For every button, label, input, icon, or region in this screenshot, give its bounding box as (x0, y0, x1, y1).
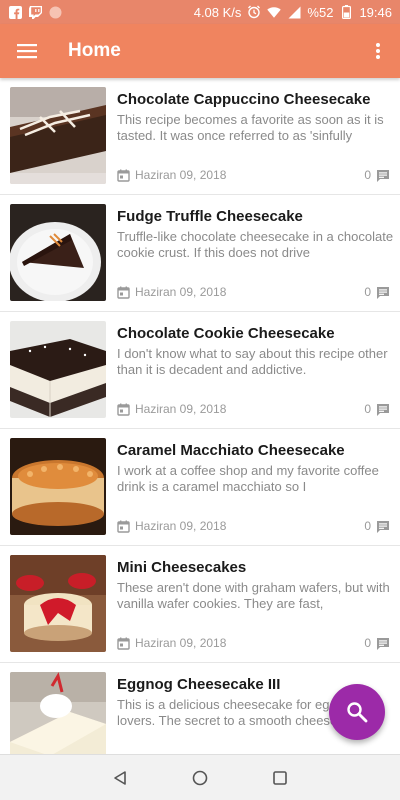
alarm-icon (247, 5, 261, 19)
back-triangle-icon (114, 770, 126, 785)
post-thumbnail (10, 555, 106, 652)
comment-icon (377, 637, 389, 650)
post-description: These aren't done with graham wafers, bu… (117, 580, 390, 611)
calendar-icon (117, 286, 130, 299)
comment-count[interactable]: 0 (364, 636, 390, 650)
twitch-icon (28, 5, 42, 19)
recents-button[interactable] (265, 763, 295, 793)
post-thumbnail (10, 87, 106, 184)
post-description: I don't know what to say about this reci… (117, 346, 388, 377)
post-date: Haziran 09, 2018 (135, 636, 227, 650)
post-title[interactable]: Mini Cheesecakes (117, 559, 400, 576)
calendar-icon (117, 520, 130, 533)
post-date: Haziran 09, 2018 (135, 519, 227, 533)
battery-icon (339, 5, 353, 19)
post-description: Truffle-like chocolate cheesecake in a c… (117, 229, 394, 260)
list-item[interactable]: Chocolate Cappuccino Cheesecake This rec… (0, 78, 400, 195)
search-icon (347, 702, 368, 723)
post-title[interactable]: Chocolate Cappuccino Cheesecake (117, 91, 400, 108)
list-item[interactable]: Mini Cheesecakes These aren't done with … (0, 546, 400, 663)
menu-button[interactable] (0, 24, 54, 78)
calendar-icon (117, 637, 130, 650)
home-circle-icon (192, 770, 208, 785)
comment-count-value: 0 (364, 519, 371, 533)
calendar-icon (117, 169, 130, 182)
comment-icon (377, 520, 389, 533)
comment-icon (377, 169, 389, 182)
signal-icon (287, 5, 301, 19)
post-thumbnail (10, 672, 106, 754)
post-date: Haziran 09, 2018 (135, 285, 227, 299)
post-title[interactable]: Caramel Macchiato Cheesecake (117, 442, 400, 459)
comment-count-value: 0 (364, 402, 371, 416)
comment-count-value: 0 (364, 168, 371, 182)
comment-count[interactable]: 0 (364, 285, 390, 299)
comment-icon (377, 403, 389, 416)
search-fab[interactable] (329, 684, 385, 740)
battery-percent: %52 (307, 4, 334, 20)
comment-icon (377, 286, 389, 299)
post-meta: Haziran 09, 2018 0 (117, 635, 400, 651)
page-title: Home (68, 40, 121, 61)
post-description: I work at a coffee shop and my favorite … (117, 463, 379, 494)
hamburger-icon (17, 44, 37, 59)
clock: 19:46 (359, 4, 392, 20)
comment-count[interactable]: 0 (364, 519, 390, 533)
overflow-menu-button[interactable] (356, 24, 400, 78)
post-thumbnail (10, 204, 106, 301)
post-meta: Haziran 09, 2018 0 (117, 167, 400, 183)
notification-dot-icon (48, 5, 62, 19)
wifi-icon (267, 5, 282, 19)
home-button[interactable] (185, 763, 215, 793)
comment-count-value: 0 (364, 636, 371, 650)
comment-count[interactable]: 0 (364, 402, 390, 416)
post-date: Haziran 09, 2018 (135, 168, 227, 182)
post-thumbnail (10, 321, 106, 418)
post-title[interactable]: Fudge Truffle Cheesecake (117, 208, 400, 225)
comment-count-value: 0 (364, 285, 371, 299)
post-meta: Haziran 09, 2018 0 (117, 518, 400, 534)
post-title[interactable]: Chocolate Cookie Cheesecake (117, 325, 400, 342)
post-description: This recipe becomes a favorite as soon a… (117, 112, 384, 143)
back-button[interactable] (105, 763, 135, 793)
post-list[interactable]: Chocolate Cappuccino Cheesecake This rec… (0, 78, 400, 754)
comment-count[interactable]: 0 (364, 168, 390, 182)
network-speed: 4.08 K/s (193, 4, 242, 20)
post-thumbnail (10, 438, 106, 535)
post-date: Haziran 09, 2018 (135, 402, 227, 416)
post-meta: Haziran 09, 2018 0 (117, 284, 400, 300)
post-meta: Haziran 09, 2018 0 (117, 401, 400, 417)
more-vert-icon (376, 43, 380, 59)
recents-square-icon (273, 770, 287, 785)
list-item[interactable]: Chocolate Cookie Cheesecake I don't know… (0, 312, 400, 429)
list-item[interactable]: Fudge Truffle Cheesecake Truffle-like ch… (0, 195, 400, 312)
list-item[interactable]: Caramel Macchiato Cheesecake I work at a… (0, 429, 400, 546)
facebook-icon (8, 5, 22, 19)
system-navigation-bar (0, 754, 400, 800)
status-bar: 4.08 K/s %52 19:46 (0, 0, 400, 24)
app-bar: Home (0, 24, 400, 78)
calendar-icon (117, 403, 130, 416)
